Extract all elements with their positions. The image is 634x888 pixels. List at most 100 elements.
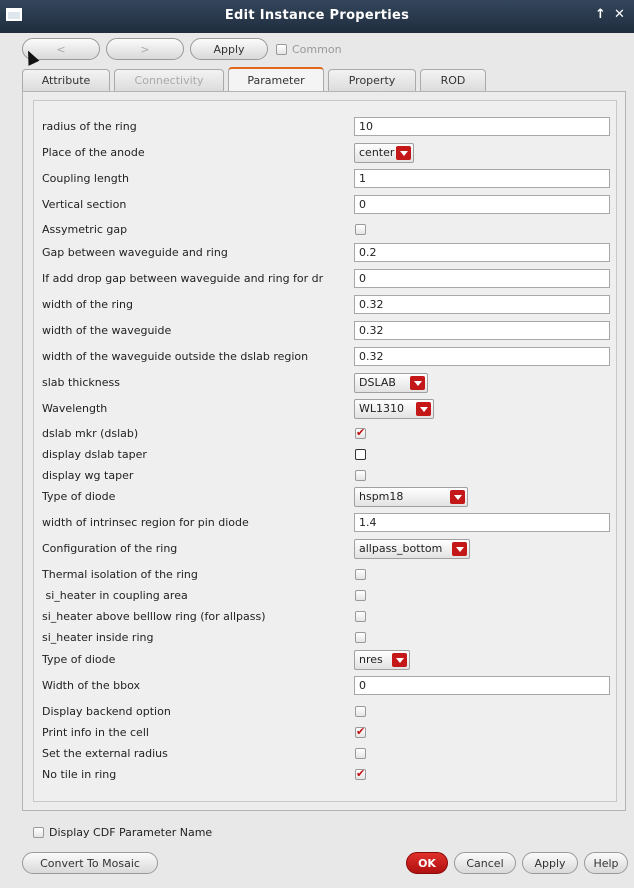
param-label: display dslab taper xyxy=(42,448,147,461)
window-title: Edit Instance Properties xyxy=(224,8,410,23)
thermal-isolation-checkbox[interactable] xyxy=(355,569,366,580)
display-dslab-taper-checkbox[interactable] xyxy=(355,449,366,460)
si-heater-above-ring-checkbox[interactable] xyxy=(355,611,366,622)
param-label: If add drop gap between waveguide and ri… xyxy=(42,272,324,285)
select-value: hspm18 xyxy=(359,490,404,503)
add-drop-gap-input[interactable]: 0 xyxy=(354,269,610,288)
param-label: width of the waveguide xyxy=(42,324,172,337)
param-row: width of the ring 0.32 xyxy=(34,295,618,316)
apply-button[interactable]: Apply xyxy=(522,852,578,874)
param-label: Type of diode xyxy=(42,653,116,666)
radius-of-ring-input[interactable]: 10 xyxy=(354,117,610,136)
select-value: center xyxy=(359,146,395,159)
param-row: Width of the bbox 0 xyxy=(34,676,618,697)
tab-rod[interactable]: ROD xyxy=(420,69,486,91)
param-row: si_heater above belllow ring (for allpas… xyxy=(34,607,618,628)
param-label: si_heater in coupling area xyxy=(42,589,188,602)
param-label: Type of diode xyxy=(42,490,116,503)
param-label: No tile in ring xyxy=(42,768,117,781)
vertical-section-input[interactable]: 0 xyxy=(354,195,610,214)
param-row: Coupling length 1 xyxy=(34,169,618,190)
param-row: Print info in the cell xyxy=(34,723,618,744)
si-heater-inside-ring-checkbox[interactable] xyxy=(355,632,366,643)
param-label: Wavelength xyxy=(42,402,108,415)
si-heater-coupling-checkbox[interactable] xyxy=(355,590,366,601)
toolbar: < > Apply Common xyxy=(0,33,634,67)
ring-width-input[interactable]: 0.32 xyxy=(354,295,610,314)
display-backend-checkbox[interactable] xyxy=(355,706,366,717)
param-label: Gap between waveguide and ring xyxy=(42,246,228,259)
apply-top-button[interactable]: Apply xyxy=(190,38,268,60)
tab-attribute[interactable]: Attribute xyxy=(22,69,110,91)
ring-configuration-select[interactable]: allpass_bottom xyxy=(354,539,470,559)
dropdown-arrow-icon[interactable] xyxy=(450,490,465,504)
param-label: si_heater inside ring xyxy=(42,631,154,644)
display-cdf-label: Display CDF Parameter Name xyxy=(49,826,213,839)
param-label: slab thickness xyxy=(42,376,120,389)
param-label: si_heater above belllow ring (for allpas… xyxy=(42,610,266,623)
next-button[interactable]: > xyxy=(106,38,184,60)
waveguide-width-outside-dslab-input[interactable]: 0.32 xyxy=(354,347,610,366)
display-wg-taper-checkbox[interactable] xyxy=(355,470,366,481)
param-row: width of the waveguide 0.32 xyxy=(34,321,618,342)
param-row: Place of the anode center xyxy=(34,143,618,164)
assymetric-gap-checkbox[interactable] xyxy=(355,224,366,235)
param-row: dslab mkr (dslab) xyxy=(34,424,618,445)
param-label: dslab mkr (dslab) xyxy=(42,427,139,440)
dropdown-arrow-icon[interactable] xyxy=(410,376,425,390)
param-label: Print info in the cell xyxy=(42,726,149,739)
cancel-button[interactable]: Cancel xyxy=(454,852,516,874)
tab-parameter[interactable]: Parameter xyxy=(228,67,324,91)
convert-to-mosaic-button[interactable]: Convert To Mosaic xyxy=(22,852,158,874)
common-checkbox[interactable] xyxy=(276,44,287,55)
set-external-radius-checkbox[interactable] xyxy=(355,748,366,759)
param-label: width of intrinsec region for pin diode xyxy=(42,516,249,529)
param-label: display wg taper xyxy=(42,469,134,482)
param-row: width of intrinsec region for pin diode … xyxy=(34,513,618,534)
coupling-length-input[interactable]: 1 xyxy=(354,169,610,188)
help-button[interactable]: Help xyxy=(584,852,628,874)
param-row: Thermal isolation of the ring xyxy=(34,565,618,586)
param-label: Configuration of the ring xyxy=(42,542,178,555)
apply-top-label: Apply xyxy=(213,42,245,56)
wavelength-select[interactable]: WL1310 xyxy=(354,399,434,419)
convert-label: Convert To Mosaic xyxy=(40,856,140,870)
param-label: Vertical section xyxy=(42,198,127,211)
param-row: Assymetric gap xyxy=(34,220,618,241)
param-label: Set the external radius xyxy=(42,747,168,760)
select-value: nres xyxy=(359,653,383,666)
display-cdf-checkbox[interactable] xyxy=(33,827,44,838)
param-row: Configuration of the ring allpass_bottom xyxy=(34,539,618,560)
dialog-footer: Display CDF Parameter Name Convert To Mo… xyxy=(0,812,634,888)
dslab-mkr-checkbox[interactable] xyxy=(355,426,366,439)
diode-type-select[interactable]: hspm18 xyxy=(354,487,468,507)
previous-label: < xyxy=(56,42,66,56)
slab-thickness-select[interactable]: DSLAB xyxy=(354,373,428,393)
tab-property[interactable]: Property xyxy=(328,69,416,91)
print-info-checkbox[interactable] xyxy=(355,725,366,738)
param-row: Display backend option xyxy=(34,702,618,723)
param-row: slab thickness DSLAB xyxy=(34,373,618,394)
raise-window-icon[interactable]: ↑ xyxy=(595,7,606,22)
tab-connectivity[interactable]: Connectivity xyxy=(114,69,224,91)
intrinsic-region-width-input[interactable]: 1.4 xyxy=(354,513,610,532)
parameter-form: radius of the ring 10 Place of the anode… xyxy=(33,100,617,802)
param-label: Coupling length xyxy=(42,172,129,185)
ok-button[interactable]: OK xyxy=(406,852,448,874)
param-label: Assymetric gap xyxy=(42,223,128,236)
dropdown-arrow-icon[interactable] xyxy=(416,402,431,416)
close-window-icon[interactable]: ✕ xyxy=(614,7,625,22)
gap-waveguide-ring-input[interactable]: 0.2 xyxy=(354,243,610,262)
help-label: Help xyxy=(593,856,619,870)
anode-place-select[interactable]: center xyxy=(354,143,414,163)
diode-type-2-select[interactable]: nres xyxy=(354,650,410,670)
param-row: display wg taper xyxy=(34,466,618,487)
waveguide-width-input[interactable]: 0.32 xyxy=(354,321,610,340)
dropdown-arrow-icon[interactable] xyxy=(452,542,467,556)
dropdown-arrow-icon[interactable] xyxy=(396,146,411,160)
no-tile-checkbox[interactable] xyxy=(355,767,366,780)
param-row: Set the external radius xyxy=(34,744,618,765)
dropdown-arrow-icon[interactable] xyxy=(392,653,407,667)
param-row: width of the waveguide outside the dslab… xyxy=(34,347,618,368)
bbox-width-input[interactable]: 0 xyxy=(354,676,610,695)
